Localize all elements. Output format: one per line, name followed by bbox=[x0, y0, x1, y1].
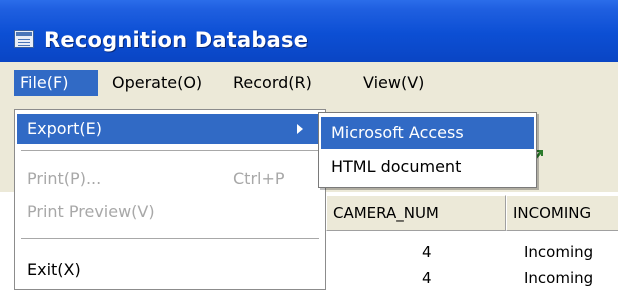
menu-item-label: Print(P)... bbox=[27, 169, 102, 188]
menu-separator bbox=[21, 238, 319, 240]
menu-operate[interactable]: Operate(O) bbox=[112, 70, 202, 96]
submenu-item-html-document[interactable]: HTML document bbox=[321, 151, 534, 183]
title-bar[interactable]: Recognition Database bbox=[0, 0, 618, 62]
menu-view[interactable]: View(V) bbox=[363, 70, 424, 96]
cell-incoming[interactable]: Incoming bbox=[524, 243, 593, 261]
menu-record[interactable]: Record(R) bbox=[233, 70, 312, 96]
menu-item-exit[interactable]: Exit(X) bbox=[17, 255, 323, 285]
column-header-camera-num[interactable]: CAMERA_NUM bbox=[326, 195, 506, 231]
submenu-item-microsoft-access[interactable]: Microsoft Access bbox=[321, 117, 534, 149]
data-grid: 4 Incoming 4 Incoming bbox=[318, 231, 618, 290]
application-window: Recognition Database File(F) Operate(O) … bbox=[0, 0, 618, 290]
menu-item-label: Exit(X) bbox=[27, 260, 81, 279]
chevron-right-icon bbox=[297, 124, 303, 134]
cell-incoming[interactable]: Incoming bbox=[524, 269, 593, 287]
cell-camera-num[interactable]: 4 bbox=[422, 269, 432, 287]
menu-item-print-preview: Print Preview(V) bbox=[17, 197, 323, 227]
menu-item-print: Print(P)... Ctrl+P bbox=[17, 164, 323, 194]
menu-item-shortcut: Ctrl+P bbox=[233, 169, 285, 188]
export-submenu: Microsoft Access HTML document bbox=[318, 112, 537, 188]
menu-item-export[interactable]: Export(E) bbox=[17, 114, 323, 144]
column-header-incoming[interactable]: INCOMING bbox=[506, 195, 618, 231]
window-title: Recognition Database bbox=[44, 28, 309, 52]
file-menu-dropdown: Export(E) Print(P)... Ctrl+P Print Previ… bbox=[14, 109, 326, 290]
menu-item-label: Export(E) bbox=[27, 119, 102, 138]
menu-file[interactable]: File(F) bbox=[14, 70, 98, 96]
menu-bar: File(F) Operate(O) Record(R) View(V) bbox=[0, 62, 618, 102]
menu-item-label: Print Preview(V) bbox=[27, 202, 155, 221]
menu-separator bbox=[21, 150, 319, 152]
table-icon bbox=[14, 30, 34, 48]
cell-camera-num[interactable]: 4 bbox=[422, 243, 432, 261]
